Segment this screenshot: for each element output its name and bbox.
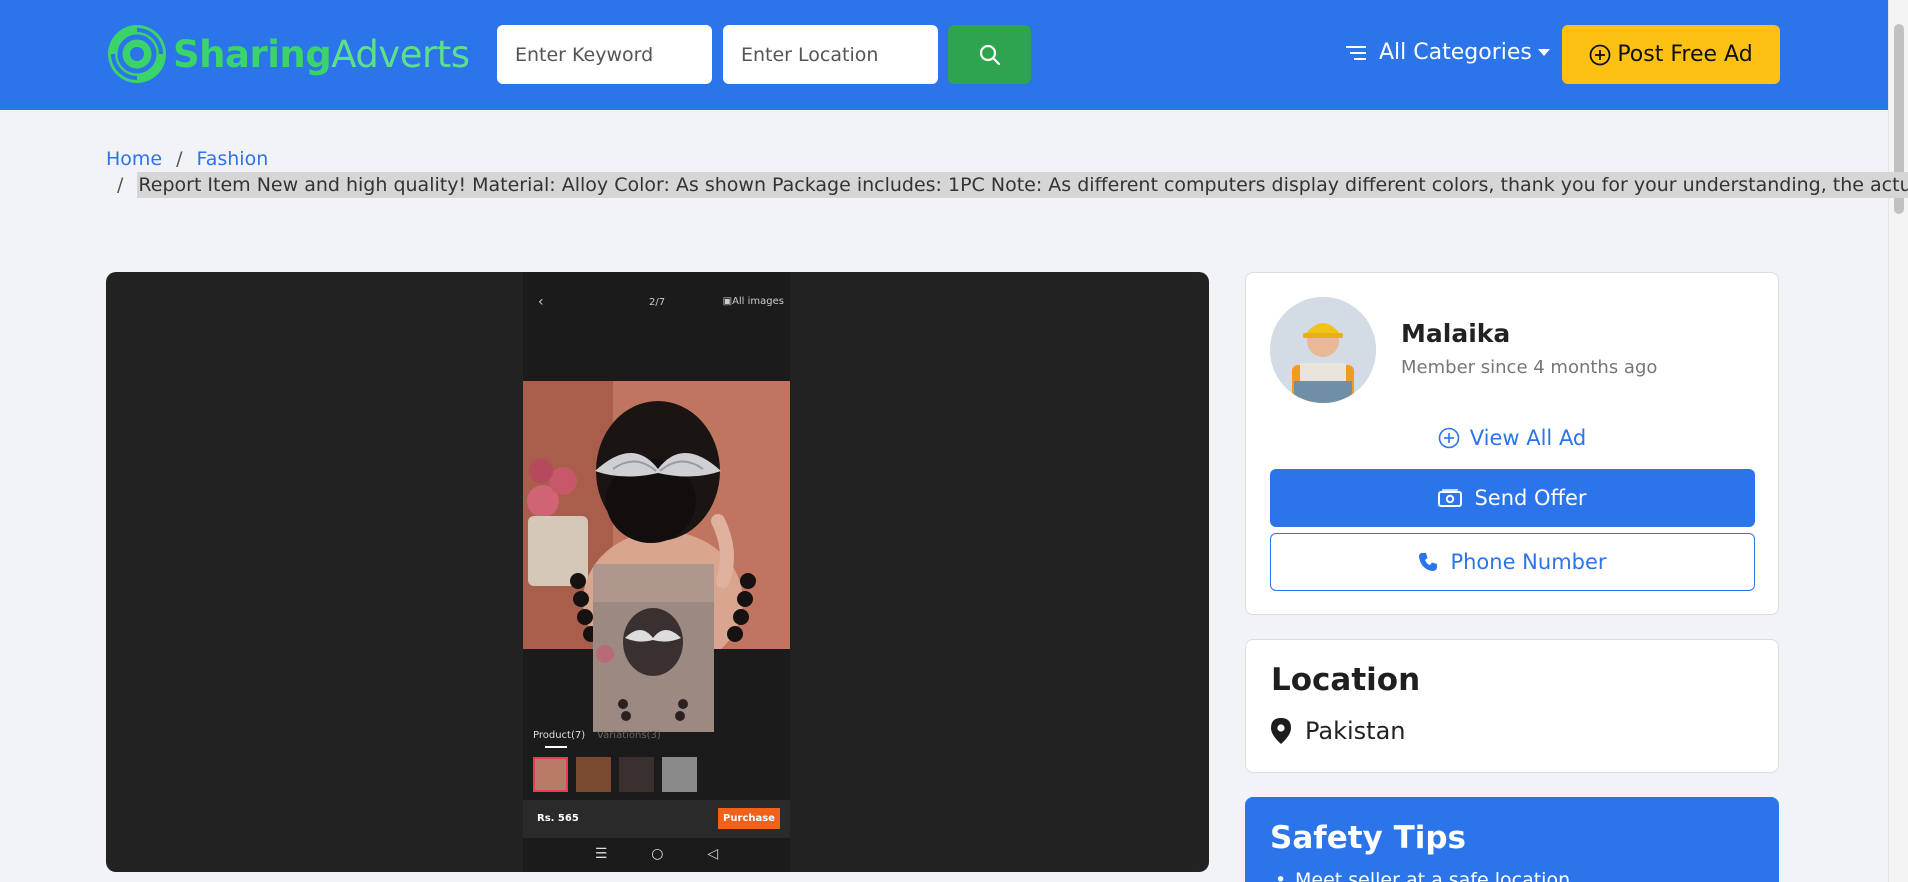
photo-thumbnail [576,757,611,792]
plus-circle-icon [1438,427,1460,449]
photo-tab-underline [545,746,567,748]
photo-top-bar: ‹ 2/7 ▣All images [523,294,790,314]
breadcrumb-category[interactable]: Fashion [197,148,269,170]
breadcrumb-current-row: / Report Item New and high quality! Mater… [117,172,1908,198]
safety-tip: Meet seller at a safe location [1275,869,1570,882]
breadcrumb-home[interactable]: Home [106,148,162,170]
send-offer-label: Send Offer [1474,486,1587,510]
photo-thumbnails [533,757,697,792]
photo-price: Rs. 565 [537,813,579,824]
photo-all-images: ▣All images [722,296,784,307]
photo-thumbnail [662,757,697,792]
photo-tab-product: Product(7) [533,730,586,741]
menu-icon: ☰ [594,846,608,862]
view-all-ads-label: View All Ad [1469,426,1587,450]
photo-thumbnail [619,757,654,792]
plus-circle-icon [1589,44,1611,65]
breadcrumb-separator: / [176,148,183,170]
logo-icon [108,25,166,83]
location-place-label: Pakistan [1305,717,1406,745]
breadcrumb-current: Report Item New and high quality! Materi… [137,172,1908,198]
breadcrumb: Home / Fashion [106,148,268,170]
keyword-input[interactable] [497,25,712,84]
photo-tab-variations: Variations(3) [597,730,661,741]
post-free-ad-button[interactable]: Post Free Ad [1562,25,1780,84]
location-input[interactable] [723,25,938,84]
logo-text: SharingAdverts [173,32,470,76]
ad-image-gallery[interactable]: ‹ 2/7 ▣All images Product(7) Variations(… [106,272,1209,872]
phone-number-label: Phone Number [1450,550,1607,574]
location-card: Location Pakistan [1245,639,1779,773]
location-title: Location [1271,662,1421,698]
back-triangle-icon: ◁ [707,846,719,862]
site-header: SharingAdverts All Categories Post Free … [0,0,1888,110]
safety-tips-title: Safety Tips [1270,820,1466,856]
phone-icon [1419,553,1438,571]
phone-number-button[interactable]: Phone Number [1270,533,1755,591]
ad-photo: ‹ 2/7 ▣All images Product(7) Variations(… [523,272,790,872]
send-offer-button[interactable]: Send Offer [1270,469,1755,527]
safety-tips-card: Safety Tips Meet seller at a safe locati… [1245,797,1779,882]
photo-preview-overlay [593,564,714,732]
site-logo[interactable]: SharingAdverts [107,24,470,84]
location-place: Pakistan [1271,717,1406,745]
home-circle-icon: ○ [651,846,664,862]
seller-avatar [1270,297,1376,403]
seller-member-since: Member since 4 months ago [1401,357,1658,378]
photo-thumbnail [533,757,568,792]
photo-purchase: Purchase [718,808,780,829]
all-categories-dropdown[interactable]: All Categories [1345,40,1550,65]
cash-icon [1438,489,1463,507]
back-arrow-icon: ‹ [538,294,544,310]
search-icon [979,44,1000,65]
seller-card: Malaika Member since 4 months ago View A… [1245,272,1779,615]
seller-name: Malaika [1401,319,1511,348]
all-categories-label: All Categories [1379,40,1532,65]
menu-lines-icon [1346,45,1366,60]
post-free-ad-label: Post Free Ad [1617,42,1753,67]
chevron-down-icon [1537,49,1550,56]
photo-tabs: Product(7) Variations(3) [533,730,661,748]
breadcrumb-separator: / [117,174,124,196]
photo-bottom-bar: Rs. 565 Purchase [523,800,790,838]
map-pin-icon [1271,718,1291,744]
page-scrollbar[interactable] [1888,0,1908,882]
search-button[interactable] [948,25,1031,84]
photo-nav-bar: ☰ ○ ◁ [523,846,790,862]
view-all-ads-link[interactable]: View All Ad [1246,426,1778,450]
photo-counter: 2/7 [649,297,666,308]
